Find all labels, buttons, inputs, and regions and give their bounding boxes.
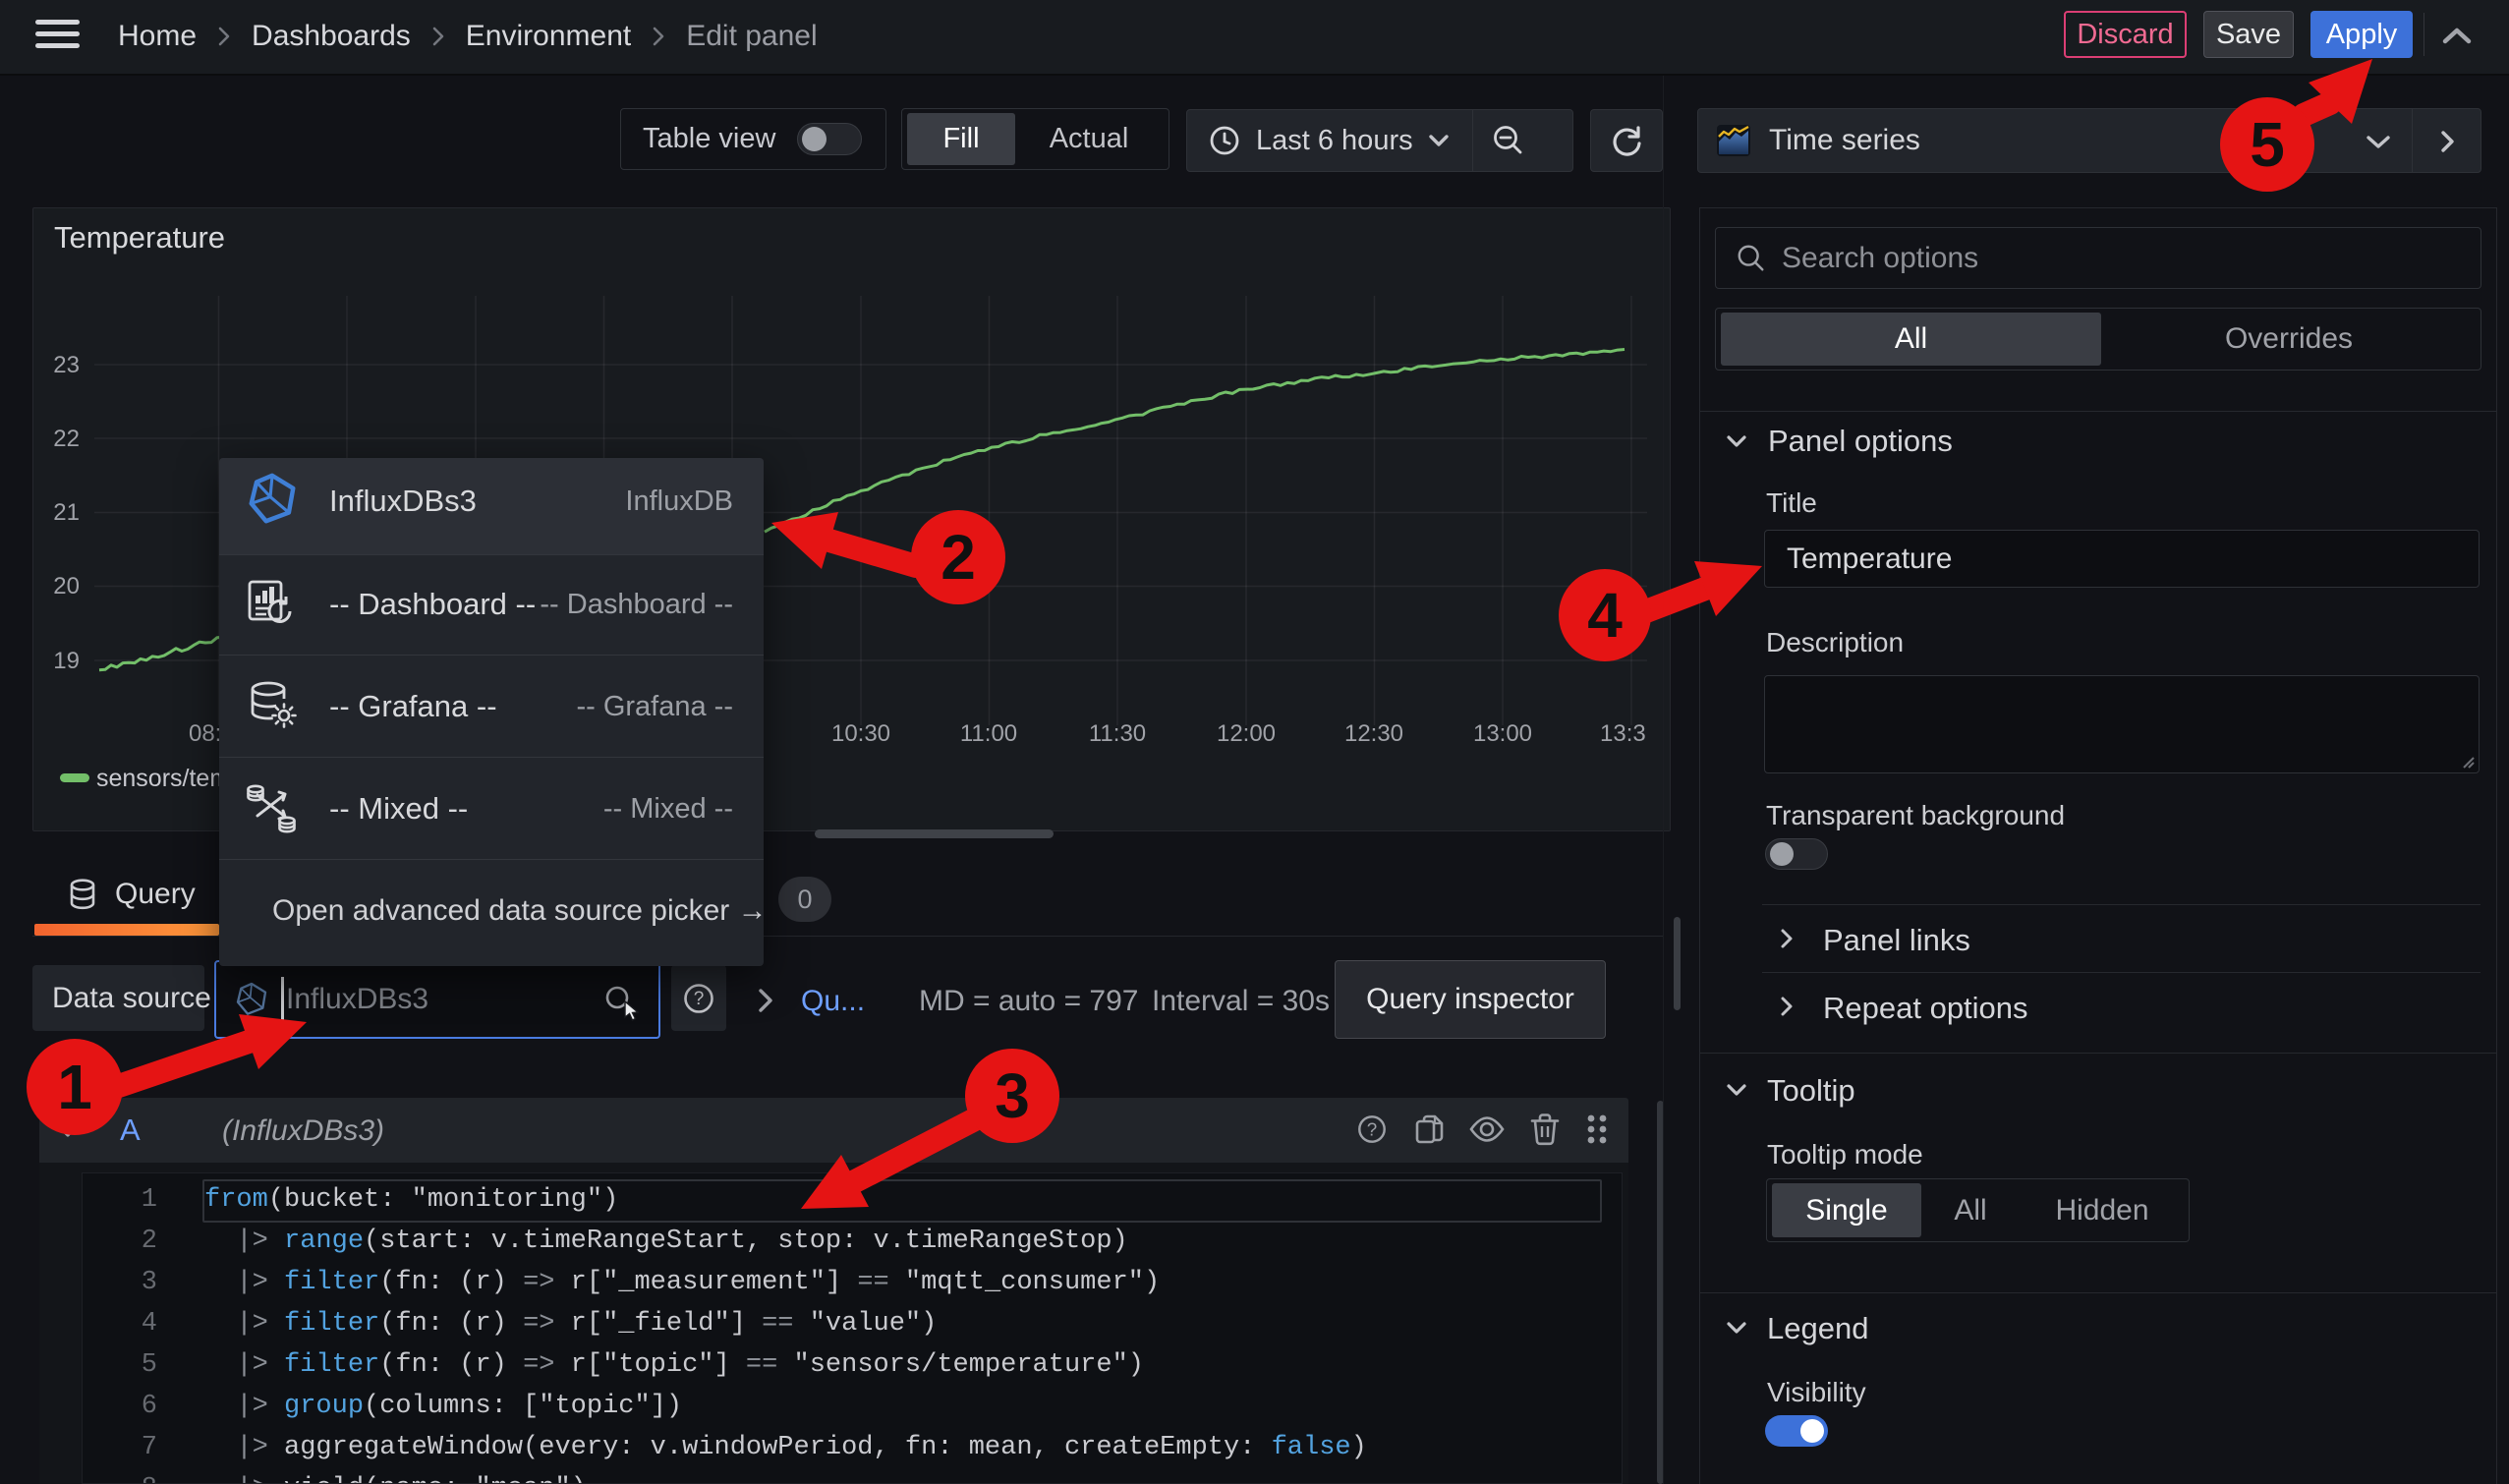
svg-text:3: 3 <box>995 1060 1030 1131</box>
svg-text:5: 5 <box>2250 109 2285 180</box>
svg-text:1: 1 <box>57 1052 92 1122</box>
svg-text:4: 4 <box>1587 580 1623 651</box>
svg-text:2: 2 <box>941 522 976 593</box>
